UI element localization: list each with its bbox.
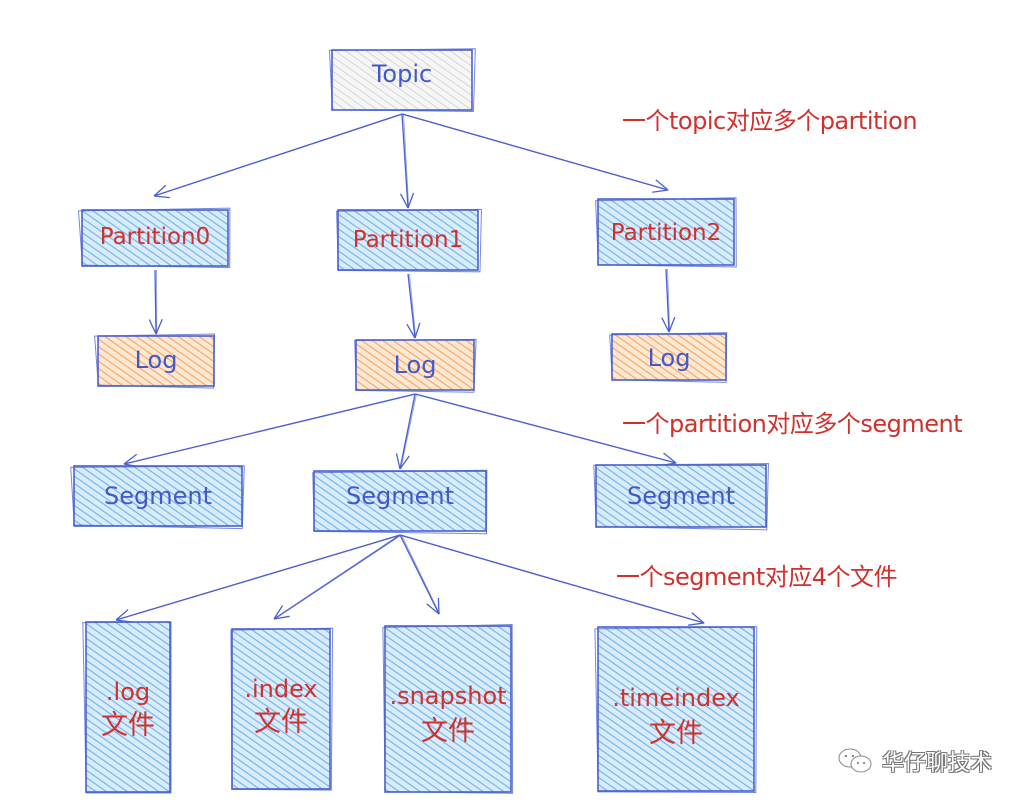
file2-box [382, 623, 514, 794]
arrow-log1-to-segment1 [395, 393, 417, 470]
log2-box [609, 332, 728, 383]
annotation-segment-files: 一个segment对应4个文件 [616, 563, 898, 591]
arrow-partition2-to-log2 [661, 268, 676, 333]
segment2-box [593, 463, 769, 531]
file3-box [594, 626, 758, 793]
segment0-box [70, 465, 245, 530]
partition2-box [595, 197, 737, 268]
watermark: 华仔聊技术 [836, 745, 992, 777]
wechat-icon [838, 748, 872, 773]
partition0-box [77, 207, 231, 269]
watermark-text: 华仔聊技术 [882, 751, 993, 776]
annotation-partition-segment: 一个partition对应多个segment [622, 410, 963, 438]
segment1-box [312, 469, 488, 535]
log0-box [94, 333, 216, 389]
log1-box [354, 338, 477, 393]
topic-box [328, 48, 476, 113]
annotation-topic-partition: 一个topic对应多个partition [622, 107, 918, 135]
arrow-segment1-to-file0 [115, 534, 402, 623]
partition1-box [336, 208, 482, 273]
arrow-segment1-to-file1 [273, 534, 402, 620]
arrow-topic-to-partition1 [399, 113, 415, 209]
arrow-topic-to-partition0 [153, 113, 404, 199]
arrow-partition1-to-log1 [406, 273, 421, 339]
arrow-partition0-to-log0 [148, 269, 163, 335]
file0-box [82, 621, 172, 794]
file1-box [230, 627, 334, 791]
arrow-log1-to-segment0 [123, 393, 417, 468]
arrow-segment1-to-file2 [399, 534, 441, 615]
